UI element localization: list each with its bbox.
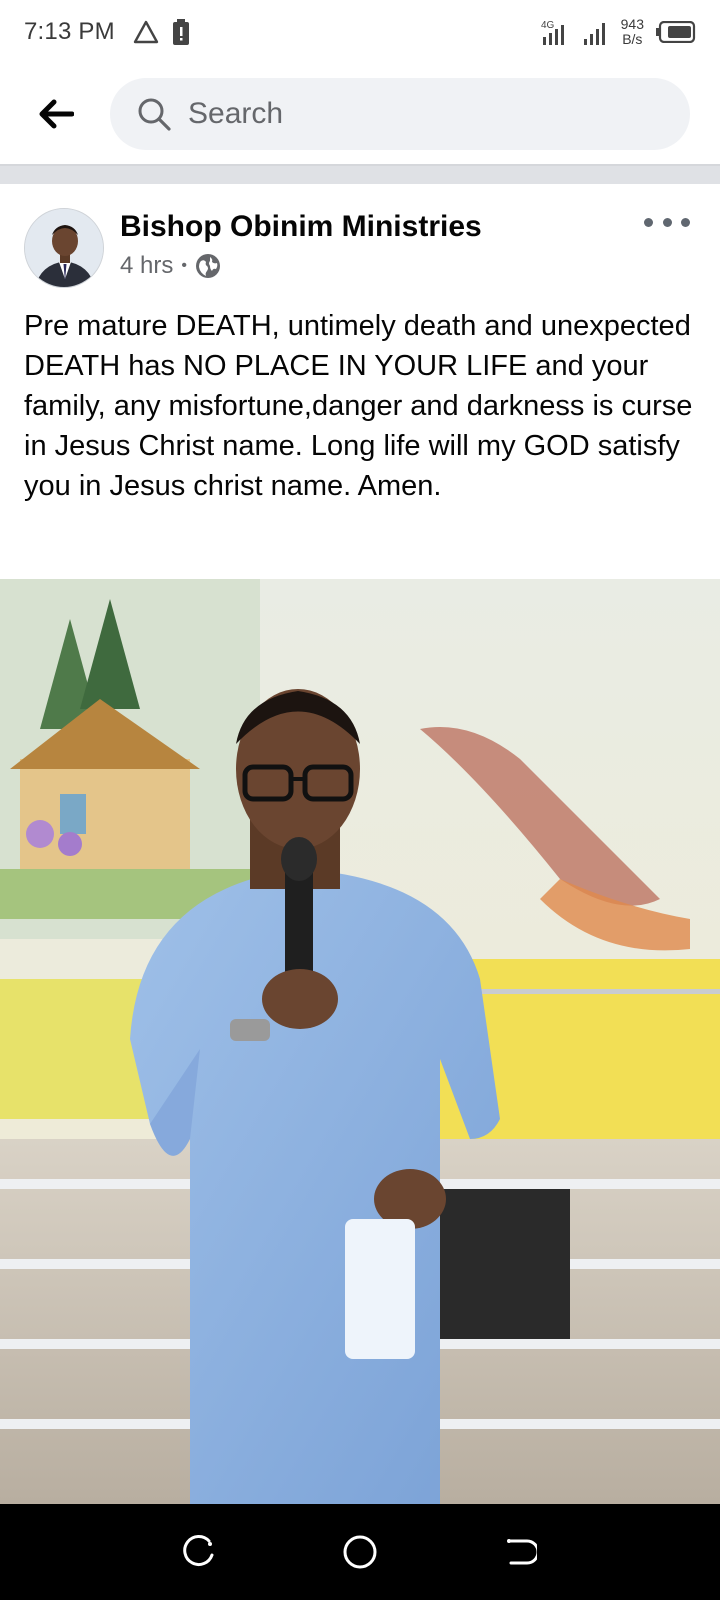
network-speed-value: 943 bbox=[620, 16, 644, 32]
post-header: Bishop Obinim Ministries 4 hrs • bbox=[0, 184, 720, 296]
feed-divider bbox=[0, 166, 720, 184]
more-options-button[interactable] bbox=[644, 208, 690, 236]
search-header: Search bbox=[0, 64, 720, 166]
recents-button[interactable] bbox=[170, 1522, 230, 1582]
screen: 7:13 PM 4G 943 B/s Search Bishop Obinim … bbox=[0, 0, 720, 1600]
author-block: Bishop Obinim Ministries 4 hrs • bbox=[120, 208, 482, 296]
svg-text:4G: 4G bbox=[541, 20, 555, 31]
home-circle-icon bbox=[343, 1535, 377, 1569]
recents-icon bbox=[183, 1535, 214, 1566]
post-photo[interactable] bbox=[0, 579, 720, 1504]
back-button[interactable] bbox=[32, 90, 80, 138]
network-speed: 943 B/s bbox=[621, 17, 644, 47]
status-right: 4G 943 B/s bbox=[541, 17, 696, 47]
globe-icon bbox=[195, 254, 220, 278]
signal-icon bbox=[583, 23, 605, 45]
system-nav-bar bbox=[0, 1504, 720, 1600]
status-time: 7:13 PM bbox=[24, 18, 115, 45]
system-back-button[interactable] bbox=[490, 1522, 550, 1582]
signal-4g-icon: 4G bbox=[541, 20, 564, 45]
battery-alert-icon bbox=[172, 19, 189, 45]
battery-icon bbox=[656, 21, 696, 43]
post-meta: 4 hrs • bbox=[120, 252, 482, 280]
post-text: Pre mature DEATH, untimely death and une… bbox=[24, 310, 693, 502]
ellipsis-dot bbox=[644, 217, 653, 227]
avatar-image bbox=[25, 209, 103, 287]
network-speed-unit: B/s bbox=[622, 31, 643, 47]
search-icon bbox=[138, 98, 171, 131]
ellipsis-dot bbox=[681, 217, 690, 227]
avatar[interactable] bbox=[24, 208, 104, 288]
back-icon bbox=[507, 1539, 537, 1565]
meta-separator: • bbox=[181, 257, 187, 274]
notification-icons bbox=[133, 19, 189, 45]
post: Bishop Obinim Ministries 4 hrs • Pre mat… bbox=[0, 184, 720, 579]
status-bar: 7:13 PM 4G 943 B/s bbox=[0, 0, 720, 64]
search-placeholder: Search bbox=[188, 97, 284, 130]
photo-illustration bbox=[0, 579, 720, 1504]
ellipsis-dot bbox=[662, 217, 672, 227]
home-button[interactable] bbox=[330, 1522, 390, 1582]
status-left: 7:13 PM bbox=[24, 18, 189, 46]
search-input[interactable]: Search bbox=[110, 78, 690, 150]
author-name[interactable]: Bishop Obinim Ministries bbox=[120, 208, 482, 246]
warning-triangle-icon bbox=[133, 20, 158, 44]
arrow-left-icon bbox=[39, 99, 74, 129]
post-time[interactable]: 4 hrs bbox=[120, 252, 173, 280]
